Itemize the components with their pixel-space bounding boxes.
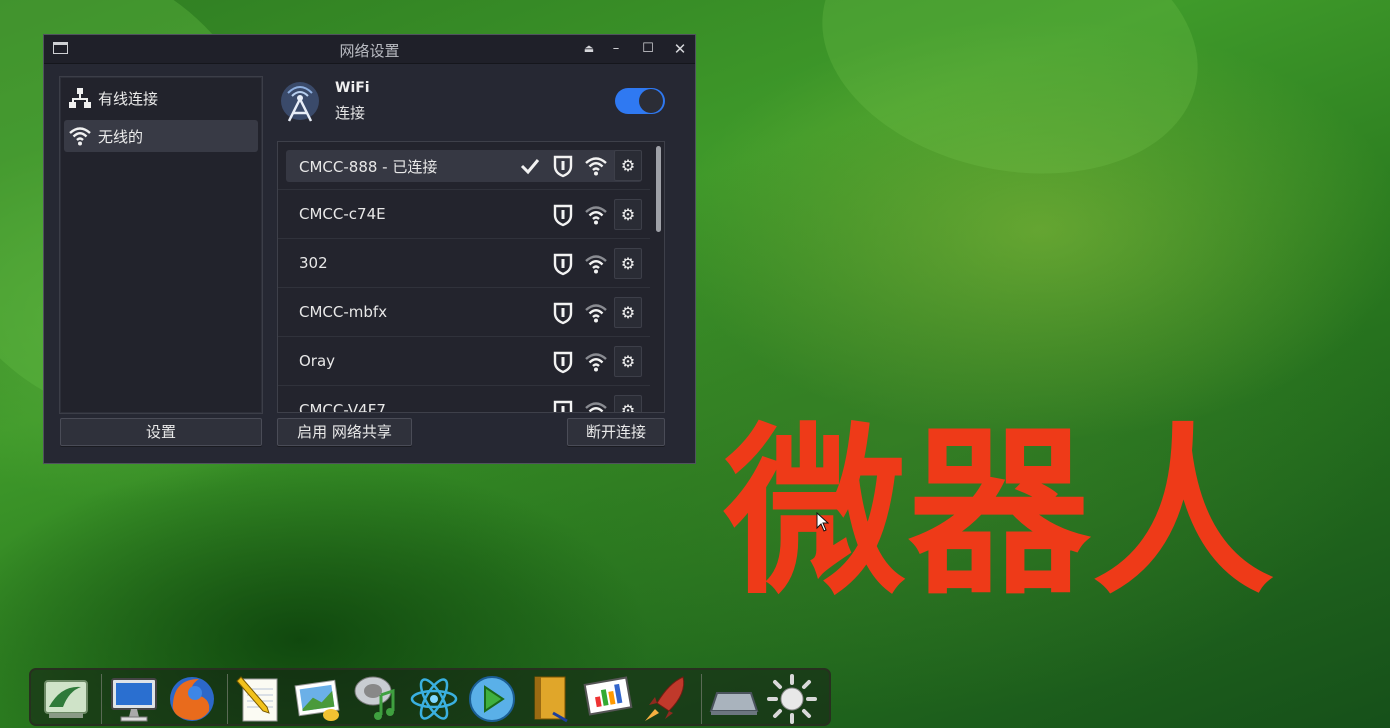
shield-icon (553, 400, 573, 412)
network-list: CMCC-888 - 已连接 ⚙ CMCC-c74E ⚙ 302 ⚙ CMCC-… (277, 141, 665, 413)
sidebar-item-label: 有线连接 (98, 89, 159, 108)
signal-strength-icon (585, 353, 607, 372)
rocket-icon[interactable] (639, 673, 693, 725)
network-row[interactable]: Oray ⚙ (286, 346, 642, 378)
network-row[interactable]: CMCC-mbfx ⚙ (286, 297, 642, 329)
signal-strength-icon (585, 206, 607, 225)
close-button[interactable]: ✕ (670, 39, 690, 59)
signal-strength-icon (585, 157, 607, 176)
wifi-device-name: WiFi (335, 80, 370, 96)
network-row[interactable]: 302 ⚙ (286, 248, 642, 280)
check-icon (520, 159, 540, 175)
network-row[interactable]: CMCC-888 - 已连接 ⚙ (286, 150, 642, 182)
application-dock (29, 668, 831, 726)
gear-icon: ⚙ (620, 254, 636, 273)
dock-separator (227, 674, 228, 724)
wifi-status: 连接 (335, 104, 366, 122)
network-list-scrollbar[interactable] (656, 146, 661, 232)
signal-strength-icon (585, 255, 607, 274)
network-settings-button[interactable]: ⚙ (614, 248, 642, 279)
network-name: 302 (299, 254, 328, 272)
notepad-icon[interactable] (233, 673, 287, 725)
network-name: CMCC-mbfx (299, 303, 388, 321)
network-settings-button[interactable]: ⚙ (614, 150, 642, 181)
shield-icon (553, 253, 573, 276)
drive-icon[interactable] (707, 673, 761, 725)
media-player-icon[interactable] (465, 673, 519, 725)
browser-icon[interactable] (165, 673, 219, 725)
wifi-toggle[interactable] (615, 88, 665, 114)
signal-strength-icon (585, 304, 607, 323)
dock-separator (101, 674, 102, 724)
window-titlebar[interactable]: 网络设置 ⏏ – ☐ ✕ (44, 35, 695, 64)
row-divider (278, 238, 650, 239)
brightness-icon[interactable] (765, 673, 819, 725)
maximize-button[interactable]: ☐ (638, 39, 658, 59)
presentation-icon[interactable] (581, 673, 635, 725)
notebook-icon[interactable] (523, 673, 577, 725)
minimize-button[interactable]: – (606, 39, 626, 59)
image-viewer-icon[interactable] (291, 673, 345, 725)
network-name: CMCC-888 - 已连接 (299, 158, 438, 176)
enable-hotspot-button[interactable]: 启用 网络共享 (277, 418, 412, 446)
overlay-watermark-text: 微器人 (724, 407, 1276, 619)
wallpaper-leaf (798, 0, 1222, 207)
network-name: CMCC-c74E (299, 205, 386, 223)
wifi-icon (69, 127, 91, 146)
shield-icon (553, 204, 573, 227)
shield-icon (553, 302, 573, 325)
sidebar-item-wired[interactable]: 有线连接 (64, 82, 258, 114)
row-divider (278, 189, 650, 190)
network-settings-button[interactable]: ⚙ (614, 395, 642, 413)
sidebar-item-label: 无线的 (98, 127, 144, 146)
shade-icon[interactable]: ⏏ (579, 39, 599, 59)
row-divider (278, 287, 650, 288)
network-settings-button[interactable]: ⚙ (614, 297, 642, 328)
row-divider (278, 385, 650, 386)
disconnect-button[interactable]: 断开连接 (567, 418, 665, 446)
settings-button[interactable]: 设置 (60, 418, 262, 446)
shield-icon (553, 155, 573, 178)
shield-icon (553, 351, 573, 374)
network-settings-window: 网络设置 ⏏ – ☐ ✕ 有线连接 无线的 WiFi 连接 CMCC-888 -… (43, 34, 696, 464)
music-icon[interactable] (349, 673, 403, 725)
signal-strength-icon (585, 402, 607, 412)
sidebar-item-wireless[interactable]: 无线的 (64, 120, 258, 152)
gear-icon: ⚙ (620, 205, 636, 224)
monitor-icon[interactable] (107, 673, 161, 725)
atom-icon[interactable] (407, 673, 461, 725)
network-settings-button[interactable]: ⚙ (614, 346, 642, 377)
row-divider (278, 336, 650, 337)
dock-separator (701, 674, 702, 724)
install-icon[interactable] (39, 673, 93, 725)
wired-network-icon (69, 88, 91, 108)
network-row[interactable]: CMCC-V4F7 ⚙ (286, 395, 642, 413)
connection-type-sidebar: 有线连接 无线的 (59, 76, 263, 414)
gear-icon: ⚙ (620, 401, 636, 413)
gear-icon: ⚙ (620, 352, 636, 371)
wifi-antenna-icon (281, 82, 319, 122)
network-name: CMCC-V4F7 (299, 401, 386, 413)
network-row[interactable]: CMCC-c74E ⚙ (286, 199, 642, 231)
toggle-knob (639, 89, 663, 113)
gear-icon: ⚙ (620, 156, 636, 175)
network-name: Oray (299, 352, 336, 370)
mouse-cursor-icon (816, 512, 830, 532)
network-settings-button[interactable]: ⚙ (614, 199, 642, 230)
gear-icon: ⚙ (620, 303, 636, 322)
